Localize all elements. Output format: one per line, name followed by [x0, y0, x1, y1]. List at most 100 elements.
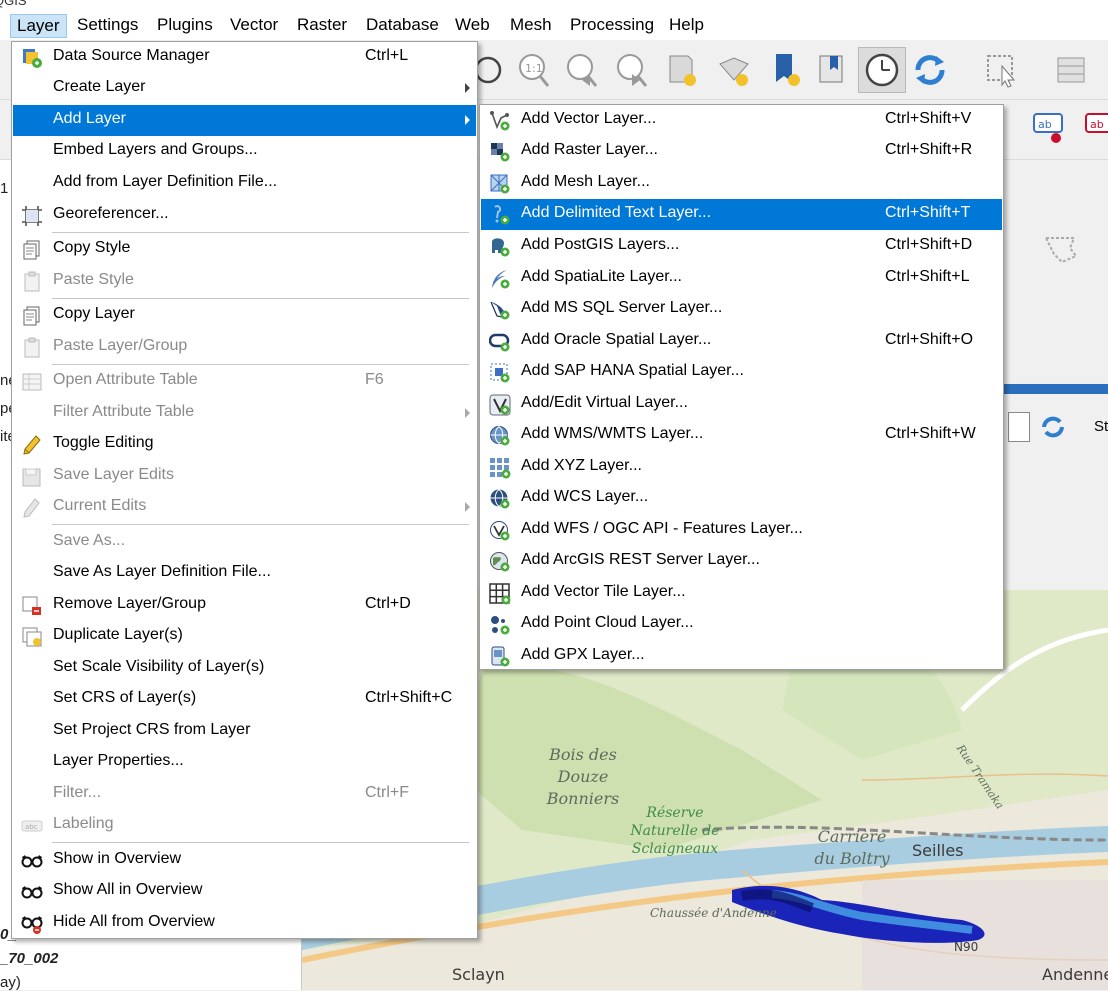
menu-item-save-as-definition[interactable]: Save As Layer Definition File...: [13, 558, 476, 589]
menu-item-show-in-overview[interactable]: Show in Overview: [13, 845, 476, 876]
window-title: QGIS: [0, 0, 27, 8]
menu-item-add-spatialite-layer[interactable]: Add SpatiaLite Layer... Ctrl+Shift+L: [481, 263, 1002, 294]
menu-item-labeling[interactable]: abc Labeling: [13, 810, 476, 841]
menu-item-label: Add Mesh Layer...: [521, 173, 650, 190]
menu-item-add-layer[interactable]: Add Layer: [13, 105, 476, 136]
menu-item-add-point-cloud-layer[interactable]: Add Point Cloud Layer...: [481, 609, 1002, 640]
menu-item-set-scale-visibility[interactable]: Set Scale Visibility of Layer(s): [13, 653, 476, 684]
menu-item-layer-properties[interactable]: Layer Properties...: [13, 747, 476, 778]
menu-item-label: Save As...: [53, 532, 126, 549]
menu-item-add-sap-hana-layer[interactable]: Add SAP HANA Spatial Layer...: [481, 357, 1002, 388]
menu-item-filter-attribute-table[interactable]: Filter Attribute Table: [13, 398, 476, 429]
zoom-last-icon[interactable]: [564, 50, 600, 90]
menu-item-paste-layer[interactable]: Paste Layer/Group: [13, 332, 476, 363]
copy-layer-icon: [23, 306, 40, 326]
menu-item-open-attribute-table[interactable]: Open Attribute Table F6: [13, 366, 476, 397]
menu-item-save-as[interactable]: Save As...: [13, 527, 476, 558]
menu-item-label: Add Vector Tile Layer...: [521, 583, 686, 600]
refresh-icon[interactable]: [912, 50, 948, 90]
menu-item-copy-style[interactable]: Copy Style: [13, 234, 476, 265]
arcgis-globe-icon: [490, 552, 510, 572]
menu-item-label: Save Layer Edits: [53, 466, 174, 483]
menu-item-add-xyz-layer[interactable]: Add XYZ Layer...: [481, 452, 1002, 483]
menu-item-add-mesh-layer[interactable]: Add Mesh Layer...: [481, 168, 1002, 199]
menu-database[interactable]: Database: [360, 14, 445, 38]
pan-icon[interactable]: [474, 50, 510, 90]
menu-mesh[interactable]: Mesh: [504, 14, 558, 38]
label-tool-2-icon[interactable]: ab: [1084, 108, 1108, 148]
menu-item-current-edits[interactable]: Current Edits: [13, 492, 476, 523]
menu-item-toggle-editing[interactable]: Toggle Editing: [13, 429, 476, 460]
menu-item-label: Labeling: [53, 815, 114, 832]
menu-plugins[interactable]: Plugins: [151, 14, 219, 38]
menu-item-label: Paste Layer/Group: [53, 337, 188, 354]
menu-item-hide-all-from-overview[interactable]: Hide All from Overview: [13, 908, 476, 939]
menu-item-add-gpx-layer[interactable]: Add GPX Layer...: [481, 641, 1002, 672]
menu-item-add-delimited-text-layer[interactable]: Add Delimited Text Layer... Ctrl+Shift+T: [481, 199, 1002, 230]
menu-item-data-source-manager[interactable]: Data Source Manager Ctrl+L: [13, 42, 476, 73]
menu-item-show-all-in-overview[interactable]: Show All in Overview: [13, 876, 476, 907]
menu-item-add-postgis-layers[interactable]: Add PostGIS Layers... Ctrl+Shift+D: [481, 231, 1002, 262]
map-label: N90: [954, 940, 979, 954]
menu-item-add-vector-layer[interactable]: Add Vector Layer... Ctrl+Shift+V: [481, 105, 1002, 136]
menu-item-label: Add ArcGIS REST Server Layer...: [521, 551, 760, 568]
menu-item-shortcut: Ctrl+Shift+D: [885, 236, 973, 253]
menu-item-copy-layer[interactable]: Copy Layer: [13, 300, 476, 331]
menu-web[interactable]: Web: [449, 14, 496, 38]
vector-layer-icon: [490, 111, 510, 131]
wfs-icon: [490, 521, 510, 541]
menu-layer[interactable]: Layer: [10, 14, 67, 38]
hide-overview-icon: [21, 916, 43, 934]
menu-item-label: Add from Layer Definition File...: [53, 173, 278, 190]
new-spatial-bookmark-icon[interactable]: [770, 50, 806, 90]
menu-item-remove-layer[interactable]: Remove Layer/Group Ctrl+D: [13, 590, 476, 621]
select-features-icon[interactable]: [984, 50, 1020, 90]
new-bookmark-icon[interactable]: [664, 50, 700, 90]
zoom-next-icon[interactable]: [614, 50, 650, 90]
menu-item-label: Add Vector Layer...: [521, 110, 657, 127]
refresh-small-icon[interactable]: [1040, 414, 1066, 440]
menu-item-set-crs[interactable]: Set CRS of Layer(s) Ctrl+Shift+C: [13, 684, 476, 715]
menu-item-create-layer[interactable]: Create Layer: [13, 73, 476, 104]
menu-item-label: Add WFS / OGC API - Features Layer...: [521, 520, 803, 537]
menu-item-georeferencer[interactable]: Georeferencer...: [13, 200, 476, 231]
remove-layer-icon: [22, 596, 41, 615]
menu-item-shortcut: F6: [365, 371, 384, 388]
spatialite-feather-icon: [492, 270, 510, 289]
zoom-native-icon[interactable]: 1:1: [516, 50, 552, 90]
menu-item-add-mssql-layer[interactable]: Add MS SQL Server Layer...: [481, 294, 1002, 325]
menu-item-label: Open Attribute Table: [53, 371, 198, 388]
menu-separator: [52, 298, 469, 299]
menu-item-filter[interactable]: Filter... Ctrl+F: [13, 779, 476, 810]
menu-item-add-raster-layer[interactable]: Add Raster Layer... Ctrl+Shift+R: [481, 136, 1002, 167]
panel-fragment: 1: [0, 180, 9, 197]
show-bookmarks-icon[interactable]: [716, 50, 752, 90]
menu-item-set-project-crs[interactable]: Set Project CRS from Layer: [13, 716, 476, 747]
label-tool-icon[interactable]: ab: [1030, 108, 1066, 148]
menu-item-add-vector-tile-layer[interactable]: Add Vector Tile Layer...: [481, 578, 1002, 609]
spatial-bookmarks-icon[interactable]: [814, 50, 850, 90]
map-label: Chaussée d'Andenne: [650, 906, 777, 920]
menu-raster[interactable]: Raster: [291, 14, 353, 38]
layer-menu: Data Source Manager Ctrl+L Create Layer …: [11, 41, 478, 939]
menu-processing[interactable]: Processing: [564, 14, 660, 38]
temporal-controller-button[interactable]: [858, 47, 906, 93]
menu-item-add-wcs-layer[interactable]: Add WCS Layer...: [481, 483, 1002, 514]
menu-help[interactable]: Help: [663, 14, 710, 38]
menu-item-embed-layers[interactable]: Embed Layers and Groups...: [13, 136, 476, 167]
menu-item-add-wms-layer[interactable]: Add WMS/WMTS Layer... Ctrl+Shift+W: [481, 420, 1002, 451]
menu-item-label: Set Project CRS from Layer: [53, 721, 251, 738]
menu-item-save-layer-edits[interactable]: Save Layer Edits: [13, 461, 476, 492]
menu-item-add-arcgis-rest-layer[interactable]: Add ArcGIS REST Server Layer...: [481, 546, 1002, 577]
menu-item-shortcut: Ctrl+Shift+W: [885, 425, 976, 442]
menu-item-add-virtual-layer[interactable]: Add/Edit Virtual Layer...: [481, 389, 1002, 420]
spin-box[interactable]: [1008, 412, 1030, 442]
menu-item-add-wfs-layer[interactable]: Add WFS / OGC API - Features Layer...: [481, 515, 1002, 546]
menu-item-add-from-definition[interactable]: Add from Layer Definition File...: [13, 168, 476, 199]
menu-item-duplicate-layer[interactable]: Duplicate Layer(s): [13, 621, 476, 652]
menu-item-paste-style[interactable]: Paste Style: [13, 266, 476, 297]
menu-vector[interactable]: Vector: [224, 14, 284, 38]
menu-settings[interactable]: Settings: [71, 14, 144, 38]
attribute-table-tb-icon[interactable]: [1054, 50, 1090, 90]
menu-item-add-oracle-layer[interactable]: Add Oracle Spatial Layer... Ctrl+Shift+O: [481, 326, 1002, 357]
